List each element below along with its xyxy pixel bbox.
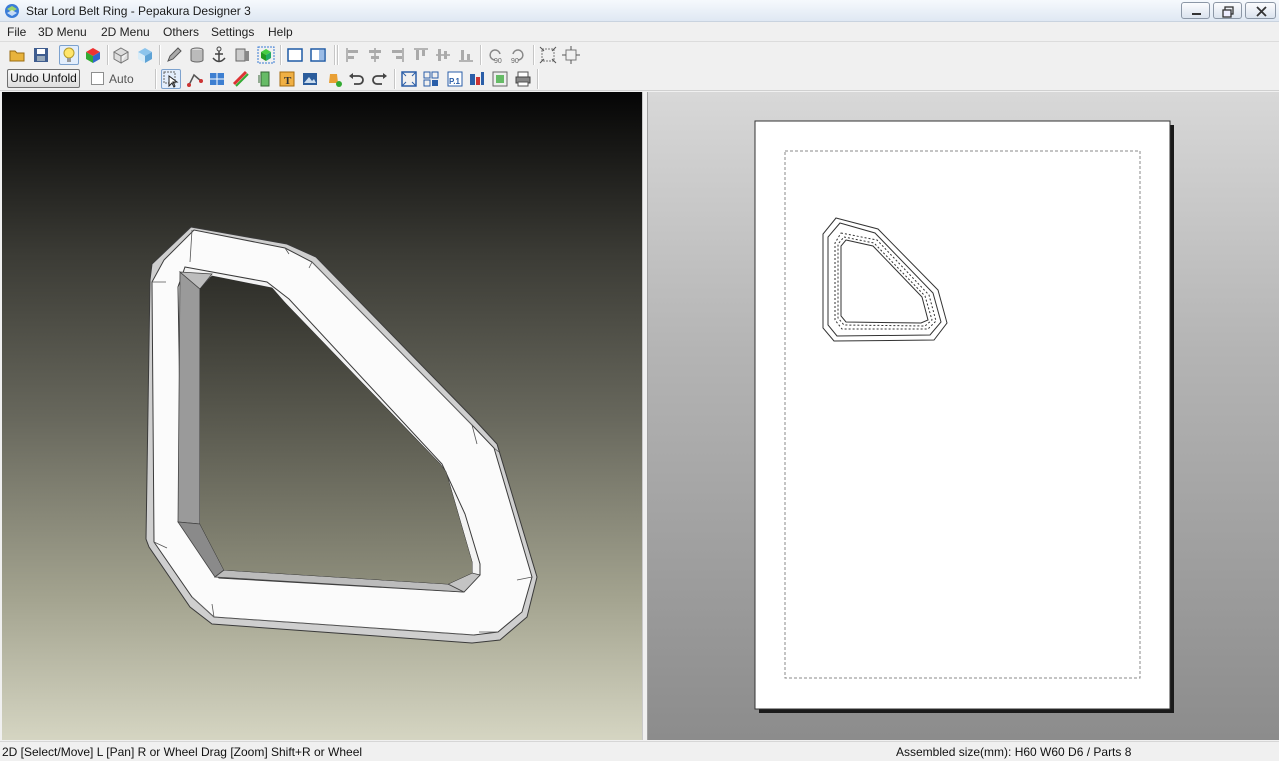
align-top-icon[interactable]: [411, 45, 431, 65]
expand-page-icon[interactable]: [561, 45, 581, 65]
align-middle-icon[interactable]: [433, 45, 453, 65]
page-number-icon[interactable]: P.1: [445, 69, 465, 89]
svg-text:T: T: [284, 75, 292, 87]
svg-text:P.1: P.1: [449, 77, 461, 86]
2d-view-panel[interactable]: [648, 92, 1279, 740]
highlight-cube-icon[interactable]: [256, 45, 276, 65]
textured-cube-icon[interactable]: [135, 45, 155, 65]
status-mode-hint: 2D [Select/Move] L [Pan] R or Wheel Drag…: [2, 745, 363, 759]
print-icon[interactable]: [513, 69, 533, 89]
color-cube-icon[interactable]: [83, 45, 103, 65]
texture-icon[interactable]: [232, 45, 252, 65]
settings-page-icon[interactable]: [490, 69, 510, 89]
menu-bar: File 3D Menu 2D Menu Others Settings Hel…: [0, 22, 1279, 42]
edit-pencil-icon[interactable]: [164, 45, 184, 65]
svg-text:90: 90: [511, 58, 519, 65]
undo-icon[interactable]: [346, 69, 366, 89]
flaps-icon[interactable]: [207, 69, 227, 89]
menu-2d[interactable]: 2D Menu: [101, 25, 150, 39]
split-pane-icon[interactable]: [308, 45, 328, 65]
ring-3d-model: [145, 226, 538, 644]
rotate-left-90-icon[interactable]: 90: [485, 45, 505, 65]
status-assembled-size: Assembled size(mm): H60 W60 D6 / Parts 8: [896, 745, 1132, 759]
toolbar-2d: Undo Unfold Auto T P.1: [0, 67, 1279, 91]
select-arrow-icon[interactable]: [161, 69, 181, 89]
minimize-button[interactable]: [1181, 2, 1210, 19]
menu-settings[interactable]: Settings: [211, 25, 254, 39]
wireframe-cube-icon[interactable]: [111, 45, 131, 65]
window-title: Star Lord Belt Ring - Pepakura Designer …: [26, 4, 251, 18]
menu-others[interactable]: Others: [163, 25, 199, 39]
zoom-fit-icon[interactable]: [399, 69, 419, 89]
auto-checkbox-box[interactable]: [91, 72, 104, 85]
light-bulb-icon[interactable]: [59, 45, 79, 65]
image-icon[interactable]: [300, 69, 320, 89]
menu-file[interactable]: File: [7, 25, 26, 39]
save-icon[interactable]: [31, 45, 51, 65]
toolbar-main: 90 90: [0, 43, 1279, 67]
status-bar: 2D [Select/Move] L [Pan] R or Wheel Drag…: [0, 741, 1279, 761]
menu-3d[interactable]: 3D Menu: [38, 25, 87, 39]
paint-icon[interactable]: [324, 69, 344, 89]
fit-page-icon[interactable]: [538, 45, 558, 65]
align-center-icon[interactable]: [365, 45, 385, 65]
rotate-part-icon[interactable]: [255, 69, 275, 89]
join-edges-icon[interactable]: [185, 69, 205, 89]
menu-help[interactable]: Help: [268, 25, 293, 39]
rotate-right-90-icon[interactable]: 90: [508, 45, 528, 65]
single-pane-icon[interactable]: [285, 45, 305, 65]
pepakura-app-icon: [4, 3, 20, 19]
3d-view-panel[interactable]: [2, 92, 642, 740]
edit-lines-icon[interactable]: [231, 69, 251, 89]
text-icon[interactable]: T: [277, 69, 297, 89]
undo-unfold-button[interactable]: Undo Unfold: [7, 69, 80, 88]
anchor-icon[interactable]: [209, 45, 229, 65]
restore-button[interactable]: [1213, 2, 1242, 19]
cylinder-icon[interactable]: [187, 45, 207, 65]
align-bottom-icon[interactable]: [456, 45, 476, 65]
align-right-icon[interactable]: [387, 45, 407, 65]
close-button[interactable]: [1245, 2, 1276, 19]
arrange-parts-icon[interactable]: [421, 69, 441, 89]
2d-layout-sheet: [754, 120, 1174, 713]
svg-text:90: 90: [494, 58, 502, 65]
align-left-icon[interactable]: [343, 45, 363, 65]
print-page: [754, 120, 1171, 710]
redo-icon[interactable]: [370, 69, 390, 89]
title-bar: Star Lord Belt Ring - Pepakura Designer …: [0, 0, 1279, 22]
auto-label: Auto: [109, 72, 134, 86]
page-layout-icon[interactable]: [467, 69, 487, 89]
open-icon[interactable]: [7, 45, 27, 65]
